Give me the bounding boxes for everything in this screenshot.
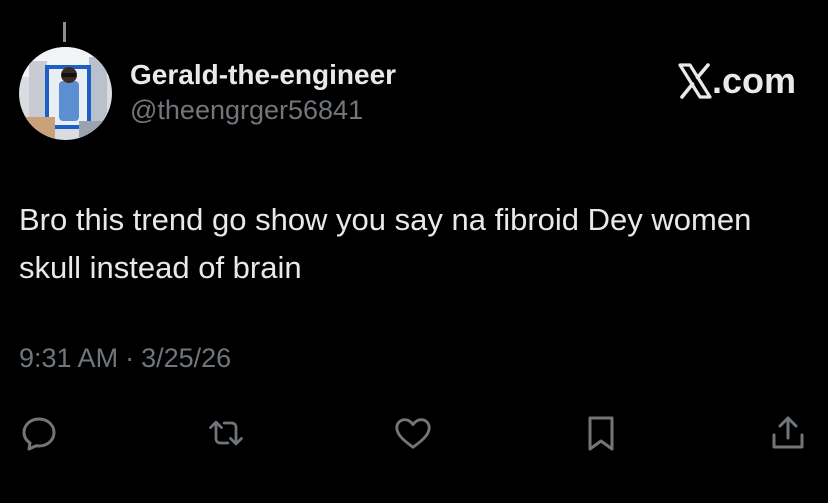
tweet-text: Bro this trend go show you say na fibroi… (19, 202, 752, 285)
reply-button[interactable] (19, 413, 59, 453)
tweet-author: Gerald-the-engineer @theengrger56841 (130, 58, 396, 127)
brand-watermark: .com (678, 60, 796, 102)
avatar[interactable] (19, 47, 112, 140)
tweet-actions-bar (0, 413, 828, 453)
x-logo-icon (678, 63, 712, 99)
avatar-photo (19, 47, 112, 140)
share-button[interactable] (768, 413, 808, 453)
bookmark-icon (588, 416, 614, 451)
retweet-button[interactable] (206, 413, 246, 453)
thread-connector-line (63, 22, 66, 42)
share-icon (772, 416, 804, 449)
retweet-icon (209, 420, 243, 446)
author-display-name[interactable]: Gerald-the-engineer (130, 58, 396, 92)
reply-icon (22, 417, 56, 451)
like-button[interactable] (393, 413, 433, 453)
bookmark-button[interactable] (581, 413, 621, 453)
tweet-time: 9:31 AM (19, 343, 119, 373)
tweet-timestamp[interactable]: 9:31 AM · 3/25/26 (19, 343, 231, 374)
brand-domain: .com (711, 60, 796, 101)
tweet-date: 3/25/26 (141, 343, 232, 373)
heart-icon (395, 418, 431, 449)
meta-separator: · (125, 343, 135, 373)
author-handle[interactable]: @theengrger56841 (130, 93, 396, 127)
